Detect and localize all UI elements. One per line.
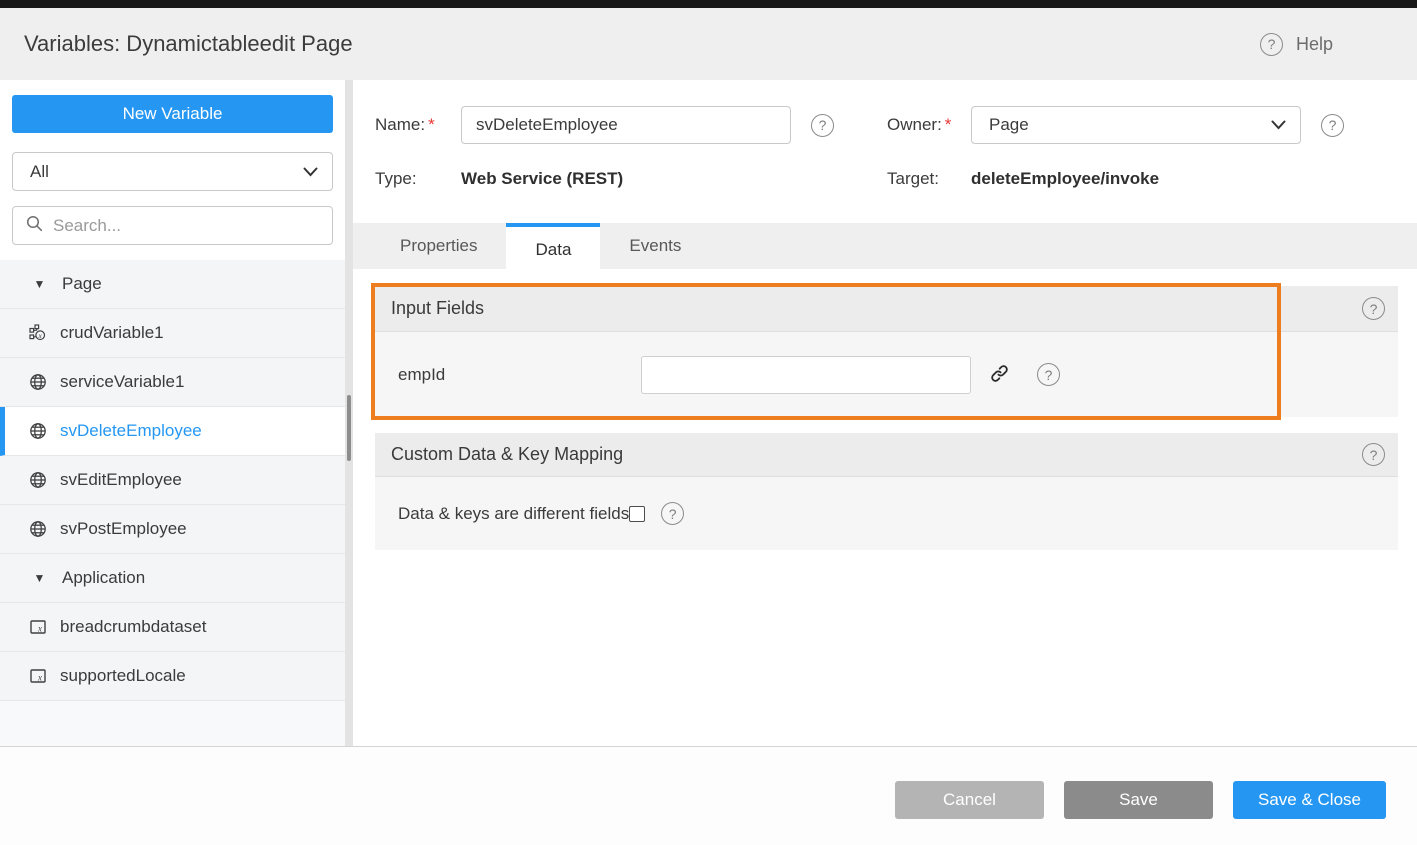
- owner-help-icon[interactable]: ?: [1321, 114, 1344, 137]
- custom-mapping-help-icon[interactable]: ?: [1362, 443, 1385, 466]
- sidebar-item-crudVariable1[interactable]: x crudVariable1: [0, 309, 345, 358]
- sidebar-item-label: supportedLocale: [60, 666, 186, 686]
- dialog-footer: Cancel Save Save & Close: [0, 746, 1417, 845]
- variable-summary-form: Name:* ? Owner:* Page ? Type: Web Servic…: [353, 80, 1417, 192]
- variables-sidebar: New Variable All ▼ Page x crudVariable1 serv…: [0, 80, 345, 746]
- detail-tabs: Properties Data Events: [353, 223, 1417, 269]
- sidebar-item-serviceVariable1[interactable]: serviceVariable1: [0, 358, 345, 407]
- search-input[interactable]: [53, 216, 320, 236]
- page-title: Variables: Dynamictableedit Page: [24, 31, 353, 57]
- svg-text:x: x: [37, 673, 42, 683]
- required-marker: *: [428, 115, 435, 134]
- triangle-down-icon: ▼: [30, 571, 49, 585]
- save-button[interactable]: Save: [1064, 781, 1213, 819]
- chevron-down-icon: [303, 162, 318, 182]
- svg-text:x: x: [37, 331, 42, 340]
- help-icon: ?: [1260, 33, 1283, 56]
- sidebar-item-label: Application: [62, 568, 145, 588]
- tab-events[interactable]: Events: [600, 223, 710, 269]
- model-variable-icon: x: [28, 618, 47, 636]
- sidebar-item-breadcrumbdataset[interactable]: x breadcrumbdataset: [0, 603, 345, 652]
- bind-variable-button[interactable]: [988, 362, 1011, 388]
- required-marker: *: [945, 115, 952, 134]
- sidebar-item-label: crudVariable1: [60, 323, 164, 343]
- sidebar-item-label: serviceVariable1: [60, 372, 184, 392]
- variables-list: ▼ Page x crudVariable1 serviceVariable1 svDel…: [0, 260, 345, 746]
- sidebar-item-label: breadcrumbdataset: [60, 617, 206, 637]
- sidebar-main-divider: [345, 80, 353, 746]
- dialog-header: Variables: Dynamictableedit Page ? Help: [0, 8, 1417, 80]
- variable-filter-select[interactable]: All: [12, 152, 333, 191]
- tab-properties[interactable]: Properties: [371, 223, 506, 269]
- search-icon: [26, 215, 43, 237]
- sidebar-item-svDeleteEmployee[interactable]: svDeleteEmployee: [0, 407, 345, 456]
- save-and-close-button[interactable]: Save & Close: [1233, 781, 1386, 819]
- triangle-down-icon: ▼: [30, 277, 49, 291]
- empid-field[interactable]: [641, 356, 971, 394]
- input-fields-title: Input Fields: [391, 298, 484, 319]
- owner-select[interactable]: Page: [971, 106, 1301, 144]
- variable-filter-value: All: [30, 162, 49, 182]
- crud-variable-icon: x: [28, 324, 47, 342]
- globe-icon: [28, 520, 47, 538]
- chevron-down-icon: [1271, 115, 1286, 135]
- cancel-button[interactable]: Cancel: [895, 781, 1044, 819]
- target-label: Target:: [887, 169, 971, 189]
- sidebar-item-svEditEmployee[interactable]: svEditEmployee: [0, 456, 345, 505]
- owner-value: Page: [989, 115, 1029, 135]
- input-fields-help-icon[interactable]: ?: [1362, 297, 1385, 320]
- input-fields-section: Input Fields ? empId ?: [375, 286, 1398, 417]
- sidebar-item-label: svPostEmployee: [60, 519, 187, 539]
- model-variable-icon: x: [28, 667, 47, 685]
- variable-search: [12, 206, 333, 245]
- sidebar-group-Application[interactable]: ▼ Application: [0, 554, 345, 603]
- name-field[interactable]: [461, 106, 791, 144]
- custom-mapping-title: Custom Data & Key Mapping: [391, 444, 623, 465]
- owner-label: Owner:*: [887, 115, 971, 135]
- sidebar-item-label: svDeleteEmployee: [60, 421, 202, 441]
- sidebar-item-supportedLocale[interactable]: x supportedLocale: [0, 652, 345, 701]
- link-icon: [990, 364, 1009, 386]
- help-label: Help: [1296, 34, 1333, 55]
- different-fields-checkbox[interactable]: [629, 506, 645, 522]
- name-help-icon[interactable]: ?: [811, 114, 834, 137]
- sidebar-group-Page[interactable]: ▼ Page: [0, 260, 345, 309]
- target-value: deleteEmployee/invoke: [971, 169, 1159, 189]
- tab-data[interactable]: Data: [506, 223, 600, 273]
- data-tab-panel: Input Fields ? empId ?: [353, 269, 1417, 746]
- sidebar-scrollbar[interactable]: [347, 395, 351, 461]
- help-button[interactable]: ? Help: [1260, 33, 1333, 56]
- name-label: Name:*: [375, 115, 461, 135]
- sidebar-item-svPostEmployee[interactable]: svPostEmployee: [0, 505, 345, 554]
- different-fields-label: Data & keys are different fields: [398, 504, 629, 524]
- background-page-strip: [0, 0, 1417, 8]
- different-fields-help-icon[interactable]: ?: [661, 502, 684, 525]
- globe-icon: [28, 373, 47, 391]
- empid-label: empId: [398, 365, 641, 385]
- sidebar-item-label: svEditEmployee: [60, 470, 182, 490]
- type-label: Type:: [375, 169, 461, 189]
- globe-icon: [28, 471, 47, 489]
- new-variable-button[interactable]: New Variable: [12, 95, 333, 133]
- svg-text:x: x: [37, 624, 42, 634]
- custom-mapping-section: Custom Data & Key Mapping ? Data & keys …: [375, 433, 1398, 550]
- empid-help-icon[interactable]: ?: [1037, 363, 1060, 386]
- sidebar-item-label: Page: [62, 274, 102, 294]
- globe-icon: [28, 422, 47, 440]
- type-value: Web Service (REST): [461, 169, 623, 189]
